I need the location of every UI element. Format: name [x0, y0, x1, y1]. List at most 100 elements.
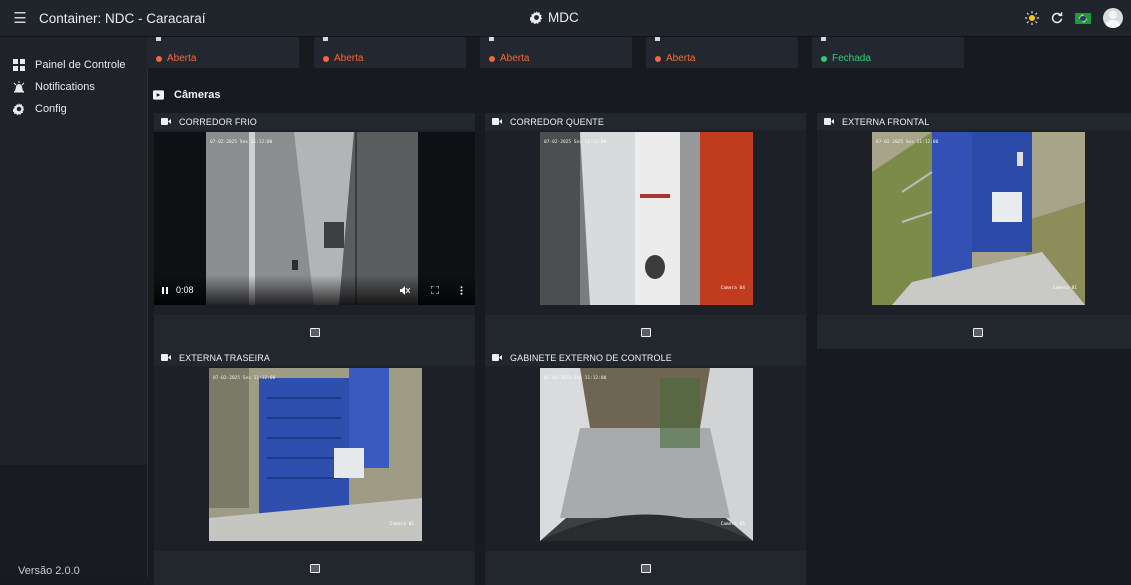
closed-captions-icon[interactable] [640, 327, 651, 337]
door-status: Aberta [655, 53, 695, 64]
door-card-header [821, 37, 961, 44]
brightness-icon[interactable] [1025, 11, 1039, 25]
sidebar: Painel de Controle Notifications Config … [0, 37, 148, 577]
camera-feed-image [872, 132, 1085, 305]
camera-video[interactable]: 07-02-2025 Sex 11:12:00 Camera 02 [209, 368, 422, 541]
menu-icon[interactable]: ☰ [11, 9, 29, 27]
door-status: Aberta [323, 53, 363, 64]
mute-icon[interactable] [400, 285, 410, 295]
main-content: Aberta Aberta Aberta Aberta Fechada Câme… [147, 37, 1131, 585]
camera-footer [154, 551, 475, 585]
sidebar-item-notifications[interactable]: Notifications [0, 76, 147, 98]
alarm-icon [12, 80, 26, 94]
sidebar-item-label: Config [35, 103, 67, 115]
camera-video[interactable]: 07-02-2025 Sex 11:12:00 0:08 [154, 132, 475, 305]
refresh-icon[interactable] [1051, 12, 1063, 24]
camera-label: Camera 05 [720, 522, 745, 527]
camera-card: GABINETE EXTERNO DE CONTROLE 07-02-2025 … [485, 349, 806, 585]
door-status-text: Aberta [334, 53, 364, 64]
gear-icon [12, 102, 26, 116]
status-dot [655, 55, 661, 62]
closed-captions-icon[interactable] [640, 563, 651, 573]
top-bar: ☰ Container: NDC - Caracaraí MDC [0, 0, 1131, 37]
top-actions [1025, 8, 1123, 28]
cameras-section-label: Câmeras [174, 89, 221, 101]
video-camera-icon [153, 90, 164, 100]
video-camera-icon [824, 118, 834, 125]
camera-footer [154, 315, 475, 349]
camera-card-header: CORREDOR FRIO [154, 113, 475, 130]
user-avatar[interactable] [1103, 8, 1123, 28]
center-title: MDC [530, 10, 579, 25]
gear-icon [530, 11, 543, 24]
camera-card-header: EXTERNA FRONTAL [817, 113, 1131, 130]
door-status-text: Fechada [832, 53, 871, 64]
app-title: Container: NDC - Caracaraí [39, 10, 206, 26]
camera-timestamp: 07-02-2025 Sex 11:12:00 [544, 140, 607, 145]
camera-video[interactable]: 07-02-2025 Sex 11:12:00 Camera 04 [540, 132, 753, 305]
cameras-section-title: Câmeras [153, 89, 220, 101]
door-status-card: Aberta [480, 37, 632, 68]
camera-video-area: 07-02-2025 Sex 11:12:00 0:08 [154, 130, 475, 315]
camera-label: Camera 02 [389, 522, 414, 527]
status-dot [156, 55, 162, 62]
sidebar-item-config[interactable]: Config [0, 98, 147, 120]
camera-video[interactable]: 07-02-2025 Sex 11:12:00 Camera 01 [872, 132, 1085, 305]
camera-footer [485, 315, 806, 349]
door-status-text: Aberta [167, 53, 197, 64]
camera-timestamp: 07-02-2025 Sex 11:12:00 [210, 140, 273, 145]
pause-icon[interactable] [162, 286, 168, 294]
status-dot [323, 55, 329, 62]
door-status-text: Aberta [666, 53, 696, 64]
closed-captions-icon[interactable] [309, 563, 320, 573]
camera-timestamp: 07-02-2025 Sex 11:12:00 [213, 376, 276, 381]
sidebar-footer-area [0, 465, 147, 577]
camera-timestamp: 07-02-2025 Sex 11:12:00 [876, 140, 939, 145]
status-dot [821, 55, 827, 62]
camera-video-area: 07-02-2025 Sex 11:12:00 Camera 02 [154, 366, 475, 551]
brazil-flag-icon[interactable] [1075, 12, 1091, 24]
door-card-header [489, 37, 629, 44]
camera-card-header: CORREDOR QUENTE [485, 113, 806, 130]
camera-name: EXTERNA FRONTAL [842, 116, 930, 127]
camera-card: EXTERNA FRONTAL 07-02-2025 Sex 11:12:00 … [817, 113, 1131, 349]
door-status-card: Aberta [147, 37, 299, 68]
camera-name: EXTERNA TRASEIRA [179, 352, 270, 363]
door-status: Aberta [489, 53, 529, 64]
closed-captions-icon[interactable] [309, 327, 320, 337]
camera-timestamp: 07-02-2025 Sex 11:12:00 [544, 376, 607, 381]
more-options-icon[interactable] [460, 285, 463, 295]
camera-name: GABINETE EXTERNO DE CONTROLE [510, 352, 672, 363]
camera-card-header: GABINETE EXTERNO DE CONTROLE [485, 349, 806, 366]
video-camera-icon [161, 354, 171, 361]
camera-label: Camera 01 [1052, 286, 1077, 291]
camera-video-area: 07-02-2025 Sex 11:12:00 Camera 01 [817, 130, 1131, 315]
camera-video-area: 07-02-2025 Sex 11:12:00 Camera 05 [485, 366, 806, 551]
camera-card: EXTERNA TRASEIRA 07-02-2025 Sex 11:12:00… [154, 349, 475, 585]
version-label: Versão 2.0.0 [18, 565, 80, 577]
fullscreen-icon[interactable] [431, 286, 439, 294]
camera-feed-image [540, 132, 753, 305]
video-camera-icon [492, 118, 502, 125]
sidebar-item-painel[interactable]: Painel de Controle [0, 54, 147, 76]
door-status-row: Aberta Aberta Aberta Aberta Fechada [147, 37, 1131, 68]
door-status: Fechada [821, 53, 871, 64]
door-card-header [323, 37, 463, 44]
door-card-header [156, 37, 296, 44]
door-status-text: Aberta [500, 53, 530, 64]
camera-video[interactable]: 07-02-2025 Sex 11:12:00 Camera 05 [540, 368, 753, 541]
door-status-card: Aberta [646, 37, 798, 68]
camera-card-header: EXTERNA TRASEIRA [154, 349, 475, 366]
door-card-header [655, 37, 795, 44]
center-title-text: MDC [548, 10, 579, 25]
camera-footer [817, 315, 1131, 349]
camera-feed-image [540, 368, 753, 541]
camera-feed-image [209, 368, 422, 541]
sidebar-item-label: Notifications [35, 81, 95, 93]
camera-video-area: 07-02-2025 Sex 11:12:00 Camera 04 [485, 130, 806, 315]
closed-captions-icon[interactable] [972, 327, 983, 337]
camera-footer [485, 551, 806, 585]
status-dot [489, 55, 495, 62]
camera-name: CORREDOR FRIO [179, 116, 257, 127]
camera-label: Camera 04 [720, 286, 745, 291]
